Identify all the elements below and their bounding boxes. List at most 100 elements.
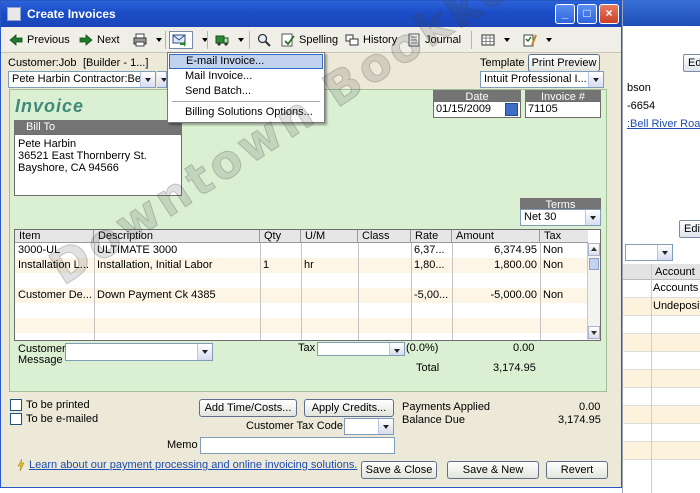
background-edit-button-2[interactable]: Edi <box>679 220 700 238</box>
col-description[interactable]: Description <box>94 230 260 243</box>
cell-um <box>301 288 358 303</box>
balance-due-value: 3,174.95 <box>558 414 601 426</box>
toolbar-separator <box>249 31 250 49</box>
customer-message-label-2: Message <box>18 354 63 366</box>
cell-qty <box>260 243 301 258</box>
to-be-emailed-checkbox[interactable] <box>10 413 22 425</box>
grid-scrollbar[interactable] <box>587 243 600 340</box>
bill-to-field[interactable]: Pete Harbin 36521 East Thornberry St. Ba… <box>14 134 182 196</box>
journal-icon <box>407 33 421 47</box>
printer-icon <box>133 33 147 47</box>
class-combo[interactable] <box>157 71 167 88</box>
grid-divider <box>260 243 261 340</box>
col-rate[interactable]: Rate <box>411 230 452 243</box>
col-amount[interactable]: Amount <box>452 230 540 243</box>
history-button[interactable]: History <box>345 31 397 49</box>
lightning-icon <box>17 458 25 472</box>
grid-divider <box>358 243 359 340</box>
print-button[interactable] <box>133 31 162 49</box>
arrow-right-icon <box>79 33 93 47</box>
template-combo[interactable]: Intuit Professional I... <box>480 71 604 88</box>
minimize-button[interactable]: _ <box>555 4 575 24</box>
cell-description: Down Payment Ck 4385 <box>97 289 216 301</box>
customer-message-combo[interactable] <box>65 343 213 361</box>
chevron-down-icon[interactable] <box>156 38 162 42</box>
invoice-heading: Invoice <box>15 96 85 116</box>
journal-label: Journal <box>425 34 462 46</box>
find-button[interactable] <box>257 31 275 49</box>
close-button[interactable]: × <box>599 4 619 24</box>
print-preview-button[interactable]: Print Preview <box>528 54 600 72</box>
to-be-printed-checkbox[interactable] <box>10 399 22 411</box>
invoice-number-value: 71105 <box>528 103 558 115</box>
menu-item-email-invoice[interactable]: E-mail Invoice... <box>169 54 323 69</box>
background-window-titlebar <box>623 0 700 26</box>
save-new-button[interactable]: Save & New <box>447 461 539 479</box>
customize-button[interactable] <box>523 31 552 49</box>
total-label: Total <box>416 362 440 374</box>
col-class[interactable]: Class <box>358 230 411 243</box>
calendar-icon[interactable] <box>505 103 518 116</box>
titlebar[interactable]: Create Invoices _ □ × <box>1 1 621 27</box>
scroll-down-button[interactable] <box>588 326 600 339</box>
learn-payment-processing-link[interactable]: Learn about our payment processing and o… <box>29 459 357 471</box>
bill-to-line: Pete Harbin <box>18 138 77 150</box>
customer-job-combo[interactable]: Pete Harbin Contractor:Bell <box>8 71 156 88</box>
menu-separator <box>172 101 320 102</box>
terms-combo[interactable]: Net 30 <box>520 209 601 226</box>
payments-applied-label: Payments Applied <box>402 401 491 413</box>
chevron-down-icon[interactable] <box>588 72 603 87</box>
menu-item-billing-solutions[interactable]: Billing Solutions Options... <box>169 105 323 120</box>
spelling-label: Spelling <box>299 34 339 46</box>
date-field[interactable]: 01/15/2009 <box>433 101 521 118</box>
background-edit-button[interactable]: Ed <box>683 54 700 72</box>
background-address-link[interactable]: :Bell River Road <box>627 118 700 130</box>
chevron-down-icon[interactable] <box>378 419 393 434</box>
chevron-down-icon[interactable] <box>546 38 552 42</box>
customer-tax-code-combo[interactable] <box>344 418 394 435</box>
chevron-up-icon <box>591 247 597 251</box>
memo-input[interactable] <box>200 437 395 454</box>
letters-button[interactable] <box>481 31 510 49</box>
col-um[interactable]: U/M <box>301 230 358 243</box>
spelling-button[interactable]: Spelling <box>281 31 338 49</box>
send-button[interactable] <box>169 31 193 49</box>
scroll-thumb[interactable] <box>589 258 599 270</box>
chevron-down-icon[interactable] <box>157 72 166 87</box>
chevron-down-icon[interactable] <box>140 72 155 87</box>
background-window: Ed bson -6654 :Bell River Road Edi Accou… <box>622 0 700 493</box>
chevron-down-icon[interactable] <box>389 343 404 355</box>
chevron-down-icon[interactable] <box>504 38 510 42</box>
ship-button[interactable] <box>215 31 244 49</box>
chevron-down-icon[interactable] <box>197 344 212 360</box>
invoice-number-field[interactable]: 71105 <box>525 101 601 118</box>
app-icon <box>7 7 21 21</box>
background-filter-combo[interactable] <box>625 244 673 261</box>
tax-label: Tax <box>298 342 316 354</box>
revert-button[interactable]: Revert <box>546 461 608 479</box>
chevron-down-icon[interactable] <box>238 38 244 42</box>
tax-item-combo[interactable] <box>317 342 405 356</box>
cell-item: 3000-UL <box>18 244 61 256</box>
scroll-up-button[interactable] <box>588 243 600 256</box>
next-button[interactable]: Next <box>79 31 120 49</box>
toolbar-separator <box>471 31 472 49</box>
menu-item-send-batch[interactable]: Send Batch... <box>169 84 323 99</box>
previous-button[interactable]: Previous <box>9 31 70 49</box>
menu-item-mail-invoice[interactable]: Mail Invoice... <box>169 69 323 84</box>
cell-tax: Non <box>543 289 564 301</box>
background-row <box>623 352 700 370</box>
maximize-button[interactable]: □ <box>577 4 597 24</box>
col-tax[interactable]: Tax <box>540 230 588 243</box>
add-time-costs-button[interactable]: Add Time/Costs... <box>199 399 297 417</box>
balance-due-label: Balance Due <box>402 414 465 426</box>
tax-amount: 0.00 <box>513 342 535 354</box>
apply-credits-button[interactable]: Apply Credits... <box>304 399 394 417</box>
grid-divider <box>411 243 412 340</box>
col-qty[interactable]: Qty <box>260 230 301 243</box>
journal-button[interactable]: Journal <box>407 31 461 49</box>
col-item[interactable]: Item <box>15 230 94 243</box>
save-close-button[interactable]: Save & Close <box>361 461 437 479</box>
chevron-down-icon[interactable] <box>585 210 600 225</box>
cell-amount: 6,374.95 <box>494 244 537 256</box>
